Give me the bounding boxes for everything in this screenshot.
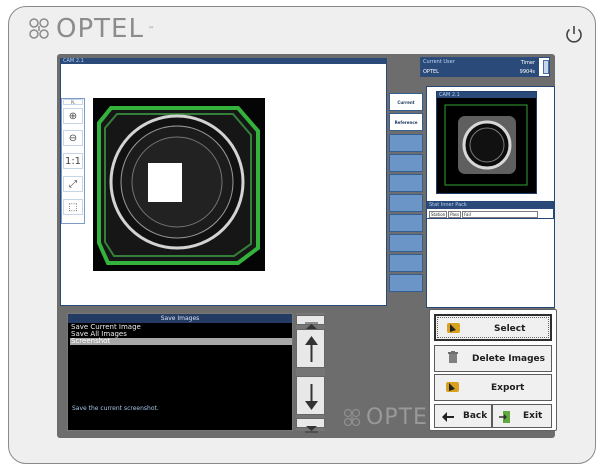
- bottom-arrow-icon: [305, 426, 318, 433]
- export-label: Export: [491, 383, 525, 393]
- optel-logo-icon: [29, 18, 49, 39]
- power-icon[interactable]: [563, 23, 585, 45]
- tab-empty-6[interactable]: [389, 234, 423, 252]
- optel-logo-top: OPTEL ™: [26, 14, 154, 44]
- tool-label: PL: [63, 99, 83, 105]
- tab-empty-4[interactable]: [389, 194, 423, 212]
- up-arrow-icon: [305, 336, 318, 362]
- actual-size-button[interactable]: 1:1: [63, 153, 83, 169]
- zoom-out-button[interactable]: ⊖: [63, 130, 83, 146]
- scroll-controls: [296, 313, 325, 433]
- crop-button[interactable]: ⬚: [63, 199, 83, 215]
- optel-logo-bottom-icon: [343, 408, 361, 426]
- stat-col-pass: Pass: [448, 211, 462, 218]
- stat-col-station: Station: [429, 211, 448, 218]
- delete-images-label: Delete Images: [472, 354, 546, 364]
- tab-current[interactable]: Current: [389, 93, 423, 111]
- viewer-toolbar: PL ⊕ ⊖ 1:1 ⤢ ⬚: [61, 98, 85, 224]
- scroll-up-button[interactable]: [296, 329, 325, 368]
- back-button[interactable]: Back: [434, 404, 492, 428]
- zoom-in-button[interactable]: ⊕: [63, 108, 83, 124]
- down-arrow-icon: [305, 384, 318, 410]
- tab-empty-8[interactable]: [389, 274, 423, 292]
- fit-screen-button[interactable]: ⤢: [63, 176, 83, 192]
- export-button[interactable]: Export: [434, 374, 552, 401]
- hand-icon: [447, 323, 460, 333]
- tab-empty-2[interactable]: [389, 154, 423, 172]
- stat-inner-pack: Stat Inner Pack Station Pass Fail: [426, 201, 554, 219]
- optel-logo-bottom: OPTEL: [341, 405, 441, 430]
- thumbnail-svg: [442, 101, 532, 189]
- optel-wordmark-top: OPTEL: [56, 14, 144, 44]
- tab-empty-1[interactable]: [389, 134, 423, 152]
- tab-reference[interactable]: Reference: [389, 113, 423, 131]
- save-helper-text: Save the current screenshot.: [72, 405, 159, 412]
- tab-empty-3[interactable]: [389, 174, 423, 192]
- trademark-mark-top: ™: [147, 25, 154, 33]
- export-hand-icon: [446, 382, 459, 392]
- device-icon[interactable]: [543, 60, 549, 74]
- stat-title: Stat Inner Pack: [427, 202, 553, 209]
- camera-image: [93, 98, 265, 271]
- camera-title: CAM 2.1: [61, 58, 387, 64]
- trash-icon: [448, 351, 458, 363]
- exit-button[interactable]: Exit: [492, 404, 552, 428]
- thumbnail-title: CAM 2.1: [437, 92, 536, 98]
- back-arrow-icon: [442, 412, 454, 422]
- view-tabs: Current Reference: [389, 93, 423, 295]
- tab-empty-7[interactable]: [389, 254, 423, 272]
- user-timer-box: Current User OPTEL Timer 9904s: [420, 57, 550, 77]
- timer-label: Timer: [520, 60, 535, 66]
- scroll-down-button[interactable]: [296, 376, 325, 415]
- scroll-bottom-button[interactable]: [296, 418, 325, 433]
- action-panel: Select Delete Images Export Back Exit: [429, 309, 557, 431]
- back-label: Back: [463, 411, 488, 421]
- tab-empty-5[interactable]: [389, 214, 423, 232]
- inspection-image-svg: [93, 98, 265, 271]
- exit-door-icon: [499, 411, 510, 423]
- stat-col-fail: Fail: [462, 211, 539, 218]
- delete-images-button[interactable]: Delete Images: [434, 345, 552, 372]
- save-option-screenshot[interactable]: Screenshot: [70, 338, 292, 345]
- select-button[interactable]: Select: [434, 314, 552, 341]
- save-images-title: Save Images: [68, 314, 292, 323]
- exit-label: Exit: [523, 411, 543, 421]
- camera-thumbnail[interactable]: CAM 2.1: [436, 91, 537, 194]
- save-images-panel: Save Images Save Current Image Save All …: [67, 313, 293, 431]
- thumbnail-image: [442, 101, 532, 189]
- select-label: Select: [494, 324, 526, 334]
- scroll-top-button[interactable]: [296, 315, 325, 329]
- timer-value: 9904s: [519, 69, 535, 75]
